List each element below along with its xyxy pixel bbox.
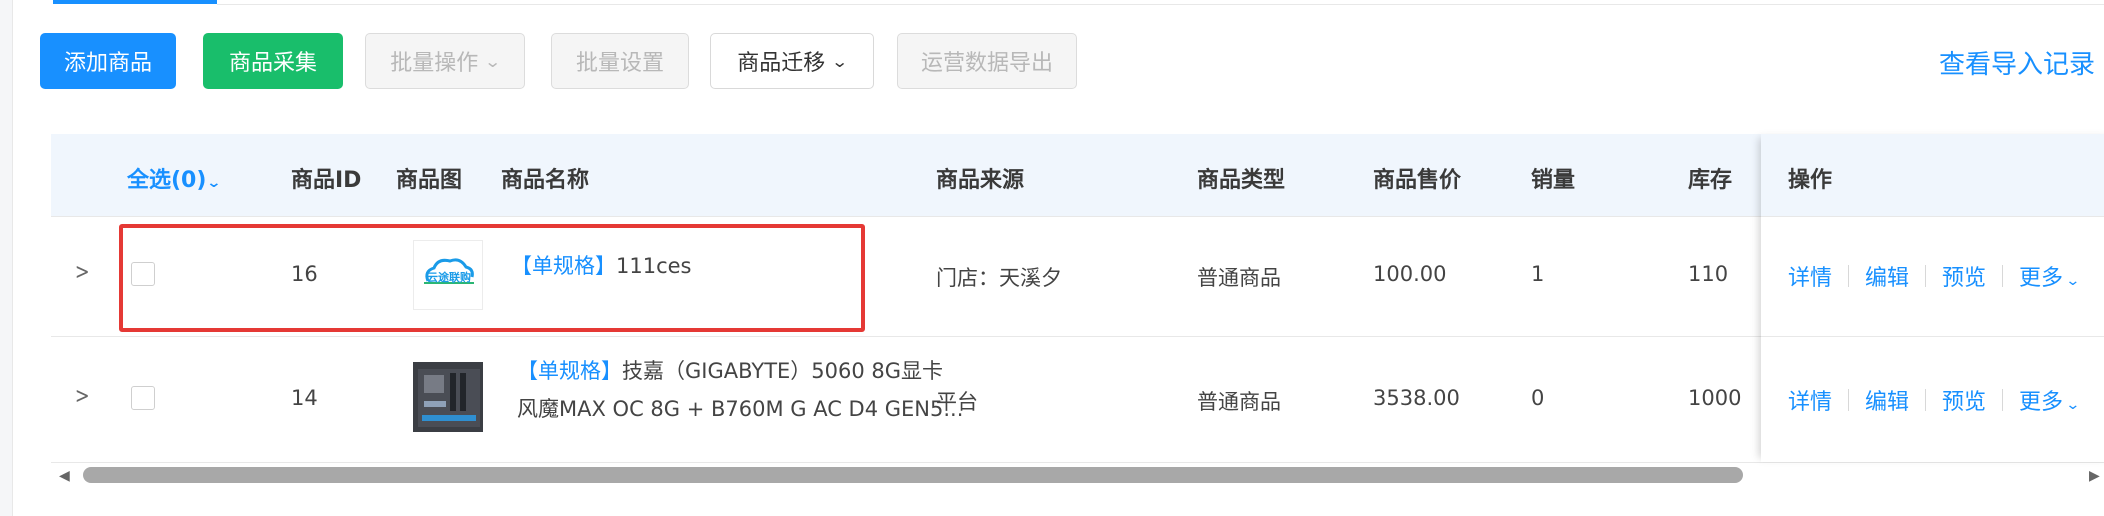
header-price: 商品售价 bbox=[1373, 168, 1462, 193]
preview-link[interactable]: 预览 bbox=[1942, 384, 1986, 416]
export-operation-data-button[interactable]: 运营数据导出 bbox=[897, 33, 1077, 89]
expand-row-icon[interactable]: > bbox=[75, 384, 90, 409]
batch-operation-button[interactable]: 批量操作 ⌄ bbox=[365, 33, 525, 89]
table-header: 全选(0)⌄ 商品ID 商品图 商品名称 商品来源 商品类型 商品售价 销量 库… bbox=[51, 134, 2104, 217]
product-list-panel: 添加商品 商品采集 批量操作 ⌄ 批量设置 商品迁移 ⌄ 运营数据导出 查看导入… bbox=[12, 0, 2104, 516]
product-sales: 0 bbox=[1531, 386, 1545, 410]
collect-product-label: 商品采集 bbox=[228, 51, 317, 76]
header-product-type: 商品类型 bbox=[1197, 168, 1286, 193]
action-divider bbox=[1848, 389, 1850, 411]
horizontal-scrollbar-thumb[interactable] bbox=[83, 467, 1743, 483]
product-name-text: 技嘉（GIGABYTE）5060 8G显卡 bbox=[622, 359, 944, 383]
highlight-box bbox=[119, 224, 865, 332]
chevron-down-icon: ⌄ bbox=[206, 175, 222, 191]
more-label: 更多 bbox=[2019, 390, 2064, 415]
action-divider bbox=[2002, 265, 2004, 287]
export-operation-data-label: 运营数据导出 bbox=[920, 51, 1053, 76]
details-link[interactable]: 详情 bbox=[1788, 384, 1832, 416]
action-divider bbox=[1925, 389, 1927, 411]
product-thumbnail[interactable] bbox=[413, 362, 483, 432]
product-sales: 1 bbox=[1531, 262, 1545, 286]
more-label: 更多 bbox=[2019, 266, 2064, 291]
header-sales: 销量 bbox=[1531, 168, 1576, 193]
chevron-down-icon: ⌄ bbox=[484, 51, 502, 71]
scroll-left-arrow-icon[interactable]: ◀ bbox=[59, 468, 70, 484]
batch-settings-button[interactable]: 批量设置 bbox=[551, 33, 689, 89]
add-product-button[interactable]: 添加商品 bbox=[40, 33, 176, 89]
expand-row-icon[interactable]: > bbox=[75, 260, 90, 285]
product-price: 3538.00 bbox=[1373, 386, 1460, 410]
row-actions: 详情 编辑 预览 更多 ⌄ bbox=[1788, 384, 2081, 416]
action-divider bbox=[2002, 389, 2004, 411]
add-product-label: 添加商品 bbox=[63, 51, 152, 76]
action-divider bbox=[1925, 265, 1927, 287]
batch-settings-label: 批量设置 bbox=[575, 51, 664, 76]
product-price: 100.00 bbox=[1373, 262, 1447, 286]
preview-link[interactable]: 预览 bbox=[1942, 260, 1986, 292]
tab-divider bbox=[217, 4, 2104, 5]
motherboard-image-icon bbox=[418, 369, 480, 427]
spec-tag: 【单规格】 bbox=[517, 359, 622, 383]
product-migration-label: 商品迁移 bbox=[737, 51, 826, 76]
collect-product-button[interactable]: 商品采集 bbox=[203, 33, 343, 89]
table-row: > 14 【单规格】技嘉（GIGABYTE）5060 8G显卡 风魔MAX OC… bbox=[51, 336, 2104, 463]
product-id: 14 bbox=[291, 386, 318, 410]
header-product-image: 商品图 bbox=[396, 168, 463, 193]
header-stock: 库存 bbox=[1688, 168, 1733, 193]
product-name-line1: 【单规格】技嘉（GIGABYTE）5060 8G显卡 bbox=[517, 352, 963, 390]
view-import-records-link[interactable]: 查看导入记录 bbox=[1939, 44, 2095, 81]
more-dropdown[interactable]: 更多 ⌄ bbox=[2019, 384, 2081, 416]
select-all-dropdown[interactable]: 全选(0)⌄ bbox=[127, 162, 222, 194]
chevron-down-icon: ⌄ bbox=[2065, 273, 2081, 289]
edit-link[interactable]: 编辑 bbox=[1865, 384, 1909, 416]
batch-operation-label: 批量操作 bbox=[390, 51, 479, 76]
product-type: 普通商品 bbox=[1197, 390, 1281, 414]
product-type: 普通商品 bbox=[1197, 266, 1281, 290]
chevron-down-icon: ⌄ bbox=[831, 51, 849, 71]
product-source: 门店：天溪夕 bbox=[936, 266, 1062, 290]
header-product-source: 商品来源 bbox=[936, 168, 1025, 193]
product-stock: 110 bbox=[1688, 262, 1729, 286]
more-dropdown[interactable]: 更多 ⌄ bbox=[2019, 260, 2081, 292]
row-checkbox[interactable] bbox=[131, 386, 155, 410]
row-actions: 详情 编辑 预览 更多 ⌄ bbox=[1788, 260, 2081, 292]
edit-link[interactable]: 编辑 bbox=[1865, 260, 1909, 292]
header-operations: 操作 bbox=[1788, 168, 1833, 193]
product-name-line2: 风魔MAX OC 8G + B760M G AC D4 GEN5... bbox=[517, 397, 964, 421]
chevron-down-icon: ⌄ bbox=[2065, 397, 2081, 413]
product-migration-dropdown[interactable]: 商品迁移 ⌄ bbox=[710, 33, 874, 89]
action-divider bbox=[1848, 265, 1850, 287]
product-name[interactable]: 【单规格】技嘉（GIGABYTE）5060 8G显卡 风魔MAX OC 8G +… bbox=[517, 352, 963, 428]
active-tab-indicator bbox=[53, 0, 217, 4]
select-all-label: 全选(0) bbox=[127, 168, 207, 193]
details-link[interactable]: 详情 bbox=[1788, 260, 1832, 292]
header-product-name: 商品名称 bbox=[501, 168, 590, 193]
product-stock: 1000 bbox=[1688, 386, 1742, 410]
header-product-id: 商品ID bbox=[291, 168, 362, 193]
product-source: 平台 bbox=[936, 390, 978, 414]
scroll-right-arrow-icon[interactable]: ▶ bbox=[2089, 468, 2100, 484]
